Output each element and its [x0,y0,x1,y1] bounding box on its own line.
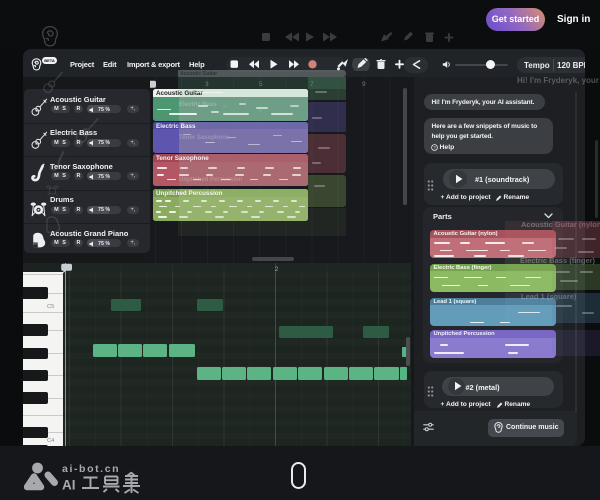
svg-text:?: ? [433,145,436,150]
svg-text:AI: AI [62,478,76,493]
svg-text:ai-bot.cn: ai-bot.cn [62,463,120,475]
